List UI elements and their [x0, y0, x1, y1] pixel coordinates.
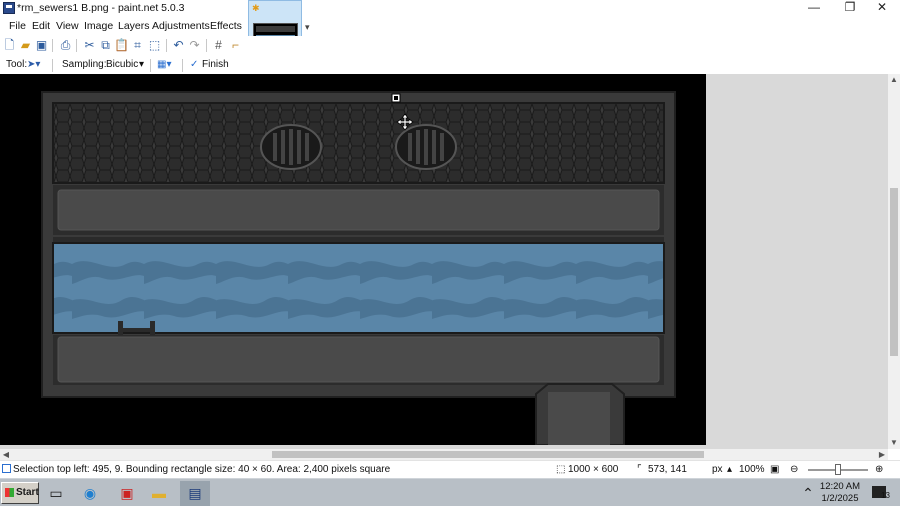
clock-date: 1/2/2025 [821, 493, 859, 504]
paintnet-app-icon [3, 2, 15, 14]
units-select[interactable]: px [712, 464, 723, 475]
tool-options-bar: Tool: ➤▾ Sampling: Bicubic ▾ ▦▾ ✓ Finish [0, 56, 900, 74]
edge-browser-icon[interactable]: ◉ [80, 483, 100, 503]
paintnet-taskbar-icon: ▤ [188, 485, 202, 501]
sampling-label: Sampling: [62, 59, 107, 70]
vertical-scroll-thumb[interactable] [890, 188, 898, 356]
copy-icon[interactable]: ⧉ [98, 38, 113, 53]
task-view-icon[interactable]: ▭ [46, 483, 66, 503]
close-button[interactable]: ✕ [868, 0, 896, 17]
undo-icon[interactable]: ↶ [171, 38, 186, 53]
start-label: Start [16, 487, 39, 498]
status-bar: Selection top left: 495, 9. Bounding rec… [0, 460, 900, 478]
zoom-to-window-icon[interactable]: ▣ [770, 464, 779, 475]
drain-right [395, 124, 457, 170]
menu-view[interactable]: View [56, 20, 79, 32]
taskbar: Start ▭ ◉ ▣ ▬ ▤ ⌃ 12:20 AM 1/2/2025 13 [0, 478, 900, 506]
main-toolbar: 🗋 ▰ ▣ ⎙ ✂ ⧉ 📋 ⌗ ⬚ ↶ ↷ # ⌐ [0, 36, 900, 56]
image-canvas[interactable] [0, 74, 706, 445]
zoom-slider-thumb[interactable] [835, 464, 841, 475]
file-explorer-icon[interactable]: ▬ [149, 483, 169, 503]
record-app-icon[interactable]: ▣ [117, 483, 137, 503]
title-bar: *rm_sewers1 B.png - paint.net 5.0.3 — ❐ … [0, 0, 900, 17]
notification-count: 13 [881, 491, 890, 500]
horizontal-scrollbar[interactable]: ◀ ▶ [0, 449, 888, 460]
finish-button[interactable]: Finish [202, 59, 229, 70]
grid-icon[interactable]: # [211, 38, 226, 53]
menu-image[interactable]: Image [84, 20, 113, 32]
menu-bar: File Edit View Image Layers Adjustments … [0, 17, 900, 49]
selection-handle-icon [391, 93, 401, 103]
scroll-up-icon[interactable]: ▲ [888, 74, 900, 86]
finish-check-icon[interactable]: ✓ [190, 59, 198, 70]
scroll-down-icon[interactable]: ▼ [888, 437, 900, 449]
image-size: 1000 × 600 [568, 464, 619, 475]
system-clock[interactable]: 12:20 AM 1/2/2025 [812, 481, 868, 505]
zoom-in-icon[interactable]: ⊕ [875, 464, 883, 475]
windows-flag-icon [5, 488, 14, 497]
canvas-workspace[interactable] [0, 74, 888, 449]
save-icon[interactable]: ▣ [34, 38, 49, 53]
selection-mode-icon[interactable]: ▦▾ [157, 59, 171, 70]
window-title: *rm_sewers1 B.png - paint.net 5.0.3 [17, 2, 185, 14]
new-icon[interactable]: 🗋 [2, 38, 17, 53]
start-button[interactable]: Start [1, 482, 39, 504]
deselect-icon[interactable]: ⬚ [147, 38, 162, 53]
paintnet-taskbar-button[interactable]: ▤ [180, 481, 210, 506]
crop-icon[interactable]: ⌗ [130, 38, 145, 53]
unsaved-star-icon: ✱ [252, 3, 260, 13]
scroll-left-icon[interactable]: ◀ [0, 449, 12, 460]
minimize-button[interactable]: — [800, 0, 828, 17]
menu-adjustments[interactable]: Adjustments [152, 20, 210, 32]
move-selection-tool-icon[interactable]: ➤▾ [27, 59, 40, 70]
units-dropdown-icon[interactable]: ▴ [727, 464, 732, 475]
image-size-icon: ⬚ [556, 464, 566, 475]
ruler-icon[interactable]: ⌐ [228, 38, 243, 53]
restore-button[interactable]: ❐ [836, 0, 864, 17]
vertical-scrollbar[interactable]: ▲ ▼ [888, 74, 900, 449]
cursor-position: 573, 141 [648, 464, 687, 475]
horizontal-scroll-thumb[interactable] [272, 451, 704, 458]
drain-left [260, 124, 322, 170]
menu-layers[interactable]: Layers [118, 20, 150, 32]
sampling-dropdown-icon[interactable]: ▾ [139, 59, 144, 70]
menu-edit[interactable]: Edit [32, 20, 50, 32]
zoom-out-icon[interactable]: ⊖ [790, 464, 798, 475]
cut-icon[interactable]: ✂ [82, 38, 97, 53]
image-list-dropdown-icon[interactable]: ▾ [305, 22, 310, 33]
sampling-select[interactable]: Bicubic [106, 59, 138, 70]
cursor-position-icon: ⌜ [637, 464, 642, 475]
menu-effects[interactable]: Effects [210, 20, 242, 32]
print-icon[interactable]: ⎙ [58, 38, 73, 53]
zoom-level[interactable]: 100% [739, 464, 765, 475]
menu-file[interactable]: File [9, 20, 26, 32]
selection-icon [2, 464, 11, 473]
clock-time: 12:20 AM [819, 481, 861, 492]
sewer-image [41, 91, 676, 445]
redo-icon[interactable]: ↷ [187, 38, 202, 53]
paste-icon[interactable]: 📋 [114, 38, 129, 53]
scroll-right-icon[interactable]: ▶ [876, 449, 888, 460]
selection-info: Selection top left: 495, 9. Bounding rec… [13, 464, 391, 475]
open-icon[interactable]: ▰ [18, 38, 33, 53]
tool-label: Tool: [6, 59, 28, 70]
